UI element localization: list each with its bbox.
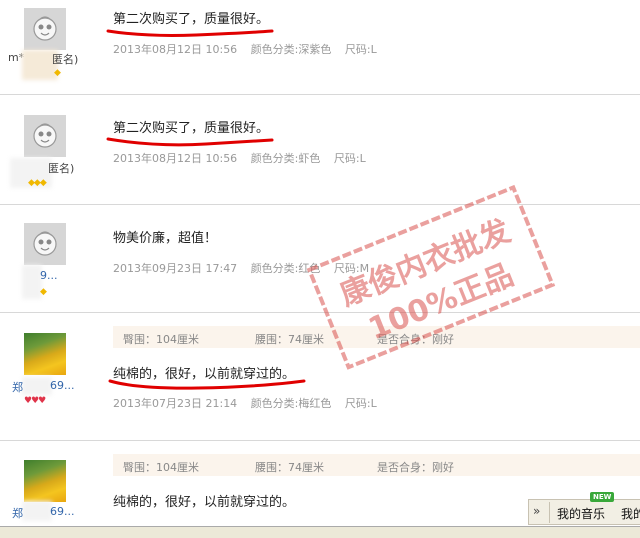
default-face-icon (33, 123, 57, 148)
size-label: 尺码:L (344, 43, 377, 56)
review-item: 郑 69... ♥♥♥ 臀围：104厘米 腰围：74厘米 是否合身：刚好 纯棉的… (0, 313, 640, 441)
expand-arrows-icon[interactable]: » (533, 504, 540, 518)
user-avatar[interactable] (24, 333, 66, 375)
review-content: 第二次购买了，质量很好。 (113, 121, 270, 136)
buyer-rank-icon: ◆ (40, 287, 47, 297)
divider (549, 502, 550, 523)
default-face-icon (33, 16, 57, 41)
username-mask (22, 377, 52, 395)
username-mask (22, 265, 42, 299)
username[interactable]: 9... (40, 269, 58, 282)
username-suffix: 匿名) (52, 53, 79, 66)
review-meta: 2013年09月23日 17:47 颜色分类:红色 尺码:M (113, 260, 379, 276)
review-meta: 2013年08月12日 10:56 颜色分类:虾色 尺码:L (113, 150, 376, 166)
buyer-rank-icon: ◆◆◆ (28, 178, 47, 188)
size-label: 尺码:L (333, 152, 366, 165)
review-item: m* 匿名) ◆ 第二次购买了，质量很好。 2013年08月12日 10:56 … (0, 0, 640, 95)
user-avatar[interactable] (24, 460, 66, 502)
buyer-rank-icon: ◆ (54, 68, 61, 78)
review-meta: 2013年08月12日 10:56 颜色分类:深紫色 尺码:L (113, 41, 387, 57)
highlight-underline (108, 379, 306, 390)
music-widget[interactable]: » 我的音乐 我的 (528, 499, 640, 525)
color-label: 颜色分类:虾色 (250, 152, 321, 165)
review-content: 物美价廉，超值！ (113, 231, 218, 246)
review-content: 纯棉的，很好，以前就穿过的。 (113, 495, 296, 510)
username[interactable]: 郑 (12, 379, 23, 395)
color-label: 颜色分类:深紫色 (250, 43, 332, 56)
review-item: 匿名) ◆◆◆ 第二次购买了，质量很好。 2013年08月12日 10:56 颜… (0, 95, 640, 205)
username[interactable]: 郑 (12, 505, 23, 521)
attr-fit: 是否合身：刚好 (377, 333, 454, 346)
buyer-rank-icon: ♥♥♥ (24, 396, 46, 406)
my-music-button[interactable]: 我的音乐 (557, 505, 605, 522)
user-avatar[interactable] (24, 223, 66, 265)
size-attributes: 臀围：104厘米 腰围：74厘米 是否合身：刚好 (113, 326, 640, 348)
highlight-underline (106, 29, 274, 37)
username-mask (22, 501, 52, 521)
review-date: 2013年09月23日 17:47 (113, 262, 238, 275)
new-badge: NEW (590, 492, 615, 502)
size-attributes: 臀围：104厘米 腰围：74厘米 是否合身：刚好 (113, 454, 640, 476)
review-item: 9... ◆ 物美价廉，超值！ 2013年09月23日 17:47 颜色分类:红… (0, 205, 640, 313)
review-meta: 2013年07月23日 21:14 颜色分类:梅红色 尺码:L (113, 395, 387, 411)
size-label: 尺码:L (344, 397, 377, 410)
review-content: 第二次购买了，质量很好。 (113, 12, 270, 27)
attr-waist: 腰围：74厘米 (255, 333, 324, 346)
color-label: 颜色分类:红色 (250, 262, 321, 275)
user-avatar[interactable] (24, 115, 66, 157)
color-label: 颜色分类:梅红色 (250, 397, 332, 410)
review-date: 2013年08月12日 10:56 (113, 43, 238, 56)
username-suffix[interactable]: 69... (50, 505, 75, 518)
highlight-underline (106, 137, 274, 147)
default-face-icon (33, 231, 57, 256)
size-label: 尺码:M (333, 262, 370, 275)
review-date: 2013年08月12日 10:56 (113, 152, 238, 165)
user-avatar[interactable] (24, 8, 66, 50)
username-suffix: 匿名) (48, 162, 75, 175)
username-suffix[interactable]: 69... (50, 379, 75, 392)
attr-bust: 臀围：104厘米 (123, 333, 199, 346)
attr-fit: 是否合身：刚好 (377, 461, 454, 474)
review-date: 2013年07月23日 21:14 (113, 397, 238, 410)
attr-bust: 臀围：104厘米 (123, 461, 199, 474)
taskbar (0, 526, 640, 538)
attr-waist: 腰围：74厘米 (255, 461, 324, 474)
my-extra-button[interactable]: 我的 (621, 505, 640, 522)
